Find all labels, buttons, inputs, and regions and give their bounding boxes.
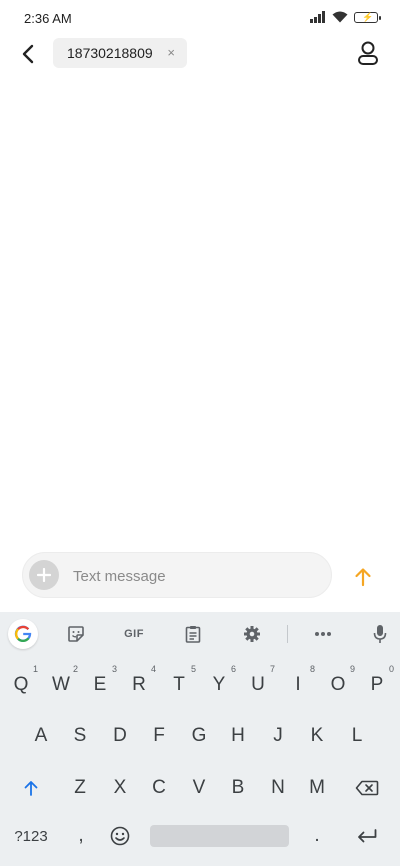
contact-icon[interactable] [356,40,380,66]
shift-key[interactable] [12,769,50,807]
keyboard-toolbar: GIF [0,612,400,656]
status-icons: ⚡ [310,11,381,23]
key-hint: 1 [32,664,38,674]
key-hint: 8 [309,664,315,674]
enter-icon [358,829,377,843]
key-p[interactable]: P0 [358,664,396,704]
sticker-button[interactable] [64,621,88,647]
key-hint: 4 [150,664,156,674]
clipboard-icon [185,626,201,643]
key-label: R [132,674,146,695]
key-label: Q [13,674,29,695]
enter-key[interactable] [348,817,386,855]
mic-icon [373,625,387,643]
key-i[interactable]: I8 [279,664,317,704]
gif-label: GIF [124,628,144,640]
key-v[interactable]: V [180,769,218,807]
send-button[interactable] [350,564,376,590]
key-label: I [295,674,301,695]
key-label: W [52,674,70,695]
period-key[interactable]: . [298,817,336,855]
key-y[interactable]: Y6 [200,664,238,704]
status-time: 2:36 AM [24,11,72,26]
conversation-header: 18730218809 × [0,36,400,72]
key-label: T [173,674,185,695]
status-bar: 2:36 AM ⚡ [0,0,400,36]
key-l[interactable]: L [338,717,376,755]
emoji-icon [110,826,130,846]
clipboard-button[interactable] [181,621,205,647]
key-d[interactable]: D [101,717,139,755]
key-b[interactable]: B [219,769,257,807]
backspace-icon [355,780,379,796]
voice-input-button[interactable] [368,621,392,647]
key-label: Y [212,674,226,695]
backspace-key[interactable] [348,769,386,807]
key-q[interactable]: Q1 [2,664,40,704]
remove-recipient-icon[interactable]: × [167,45,175,60]
key-a[interactable]: A [22,717,60,755]
key-hint: 9 [349,664,355,674]
sticker-icon [68,626,84,642]
key-c[interactable]: C [140,769,178,807]
wifi-icon [332,11,348,23]
key-w[interactable]: W2 [42,664,80,704]
chevron-left-icon [22,44,34,64]
more-icon [315,632,331,636]
recipient-number: 18730218809 [67,45,153,61]
shift-arrow-icon [24,781,38,796]
plus-icon [37,568,51,582]
compose-bar [22,552,332,598]
key-label: O [330,674,346,695]
key-k[interactable]: K [298,717,336,755]
google-button[interactable] [8,619,38,649]
key-hint: 5 [190,664,196,674]
key-u[interactable]: U7 [239,664,277,704]
key-n[interactable]: N [259,769,297,807]
key-hint: 0 [388,664,394,674]
message-input[interactable] [71,565,315,587]
key-g[interactable]: G [180,717,218,755]
symbols-key[interactable]: ?123 [8,817,54,855]
key-t[interactable]: T5 [160,664,198,704]
key-z[interactable]: Z [61,769,99,807]
settings-button[interactable] [240,621,264,647]
gif-button[interactable]: GIF [119,621,149,647]
key-hint: 6 [230,664,236,674]
key-hint: 3 [111,664,117,674]
key-r[interactable]: R4 [120,664,158,704]
key-f[interactable]: F [140,717,178,755]
back-button[interactable] [16,40,40,68]
settings-icon [244,626,260,642]
key-label: U [251,674,265,695]
emoji-key[interactable] [101,817,139,855]
key-e[interactable]: E3 [81,664,119,704]
toolbar-divider [287,625,288,643]
key-x[interactable]: X [101,769,139,807]
key-o[interactable]: O9 [319,664,357,704]
key-m[interactable]: M [298,769,336,807]
recipient-chip[interactable]: 18730218809 × [53,38,187,68]
more-button[interactable] [311,621,335,647]
key-s[interactable]: S [61,717,99,755]
space-bar[interactable] [150,825,289,847]
google-icon [14,625,32,643]
keyboard: G I F Q 1 W 2 E 3 R 4 T 5 Y 6 U 7 I 8 O 9 … [0,612,400,866]
key-label: E [93,674,107,695]
signal-icon [310,11,326,23]
key-hint: 2 [72,664,78,674]
battery-charging-icon: ⚡ [354,11,381,23]
key-hint: 7 [269,664,275,674]
key-j[interactable]: J [259,717,297,755]
key-label: P [370,674,384,695]
key-h[interactable]: H [219,717,257,755]
attach-button[interactable] [29,560,59,590]
comma-key[interactable]: , [62,817,100,855]
